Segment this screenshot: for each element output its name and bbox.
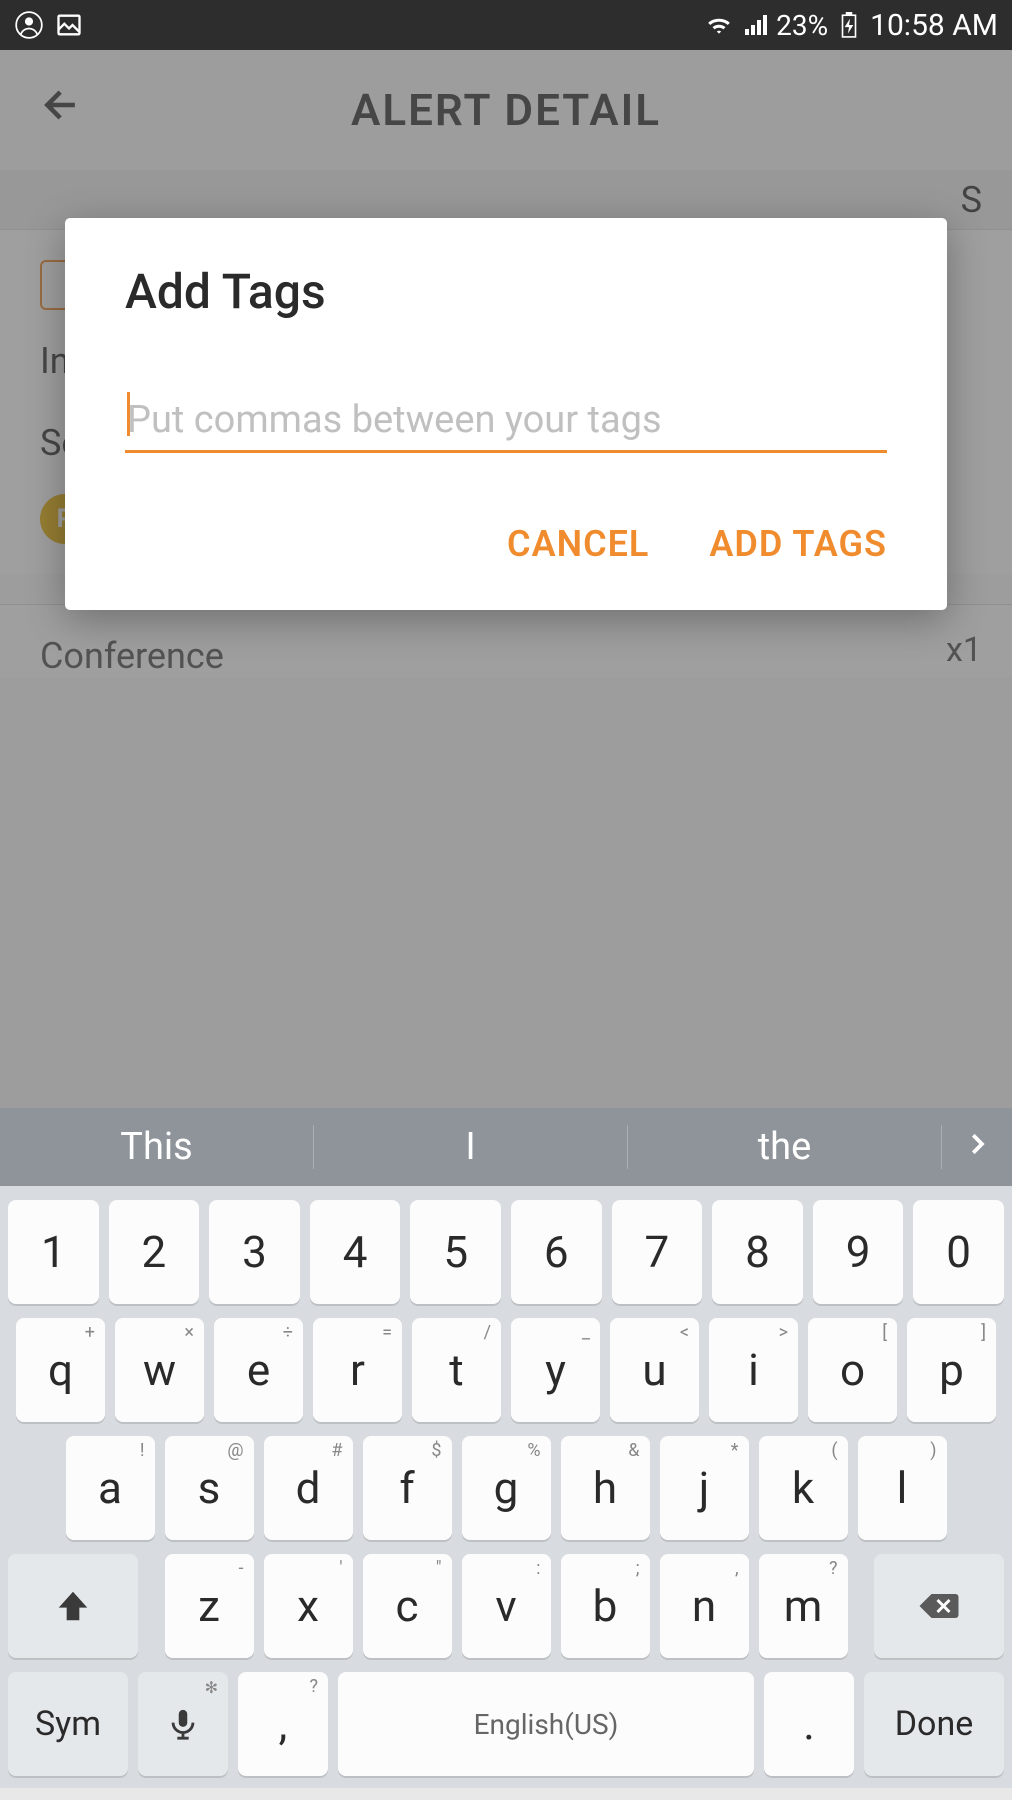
key-r[interactable]: =r bbox=[313, 1318, 402, 1422]
key-5[interactable]: 5 bbox=[410, 1200, 501, 1304]
key-f[interactable]: $f bbox=[363, 1436, 452, 1540]
key-u[interactable]: <u bbox=[610, 1318, 699, 1422]
mic-key[interactable]: ✻ bbox=[138, 1672, 228, 1776]
key-x[interactable]: 'x bbox=[264, 1554, 353, 1658]
key-j[interactable]: *j bbox=[660, 1436, 749, 1540]
suggestion-bar: This I the bbox=[0, 1108, 1012, 1186]
symbols-key[interactable]: Sym bbox=[8, 1672, 128, 1776]
space-key[interactable]: English(US) bbox=[338, 1672, 754, 1776]
status-right: 23% 10:58 AM bbox=[704, 8, 998, 43]
battery-percent: 23% bbox=[776, 9, 828, 42]
suggestion-more-icon[interactable] bbox=[942, 1125, 1012, 1169]
status-bar: 23% 10:58 AM bbox=[0, 0, 1012, 50]
add-tags-button[interactable]: ADD TAGS bbox=[709, 523, 887, 565]
key-6[interactable]: 6 bbox=[511, 1200, 602, 1304]
shift-key[interactable] bbox=[8, 1554, 138, 1658]
key-o[interactable]: [o bbox=[808, 1318, 897, 1422]
text-cursor bbox=[127, 392, 130, 436]
key-4[interactable]: 4 bbox=[310, 1200, 401, 1304]
soft-keyboard: This I the 1234567890 +q×w÷e=r/t_y<u>i[o… bbox=[0, 1108, 1012, 1788]
comma-key[interactable]: ? , bbox=[238, 1672, 328, 1776]
key-9[interactable]: 9 bbox=[813, 1200, 904, 1304]
key-e[interactable]: ÷e bbox=[214, 1318, 303, 1422]
key-d[interactable]: #d bbox=[264, 1436, 353, 1540]
key-k[interactable]: (k bbox=[759, 1436, 848, 1540]
key-m[interactable]: ?m bbox=[759, 1554, 848, 1658]
key-h[interactable]: &h bbox=[561, 1436, 650, 1540]
key-n[interactable]: ,n bbox=[660, 1554, 749, 1658]
backspace-key[interactable] bbox=[874, 1554, 1004, 1658]
key-w[interactable]: ×w bbox=[115, 1318, 204, 1422]
key-row-zxcv: -z'x"c:v;b,n?m bbox=[8, 1554, 1004, 1658]
suggestion-2[interactable]: I bbox=[314, 1125, 628, 1169]
key-p[interactable]: ]p bbox=[907, 1318, 996, 1422]
signal-icon bbox=[740, 10, 770, 40]
key-c[interactable]: "c bbox=[363, 1554, 452, 1658]
key-b[interactable]: ;b bbox=[561, 1554, 650, 1658]
done-key[interactable]: Done bbox=[864, 1672, 1004, 1776]
key-q[interactable]: +q bbox=[16, 1318, 105, 1422]
image-icon bbox=[54, 10, 84, 40]
key-8[interactable]: 8 bbox=[712, 1200, 803, 1304]
wifi-icon bbox=[704, 10, 734, 40]
key-v[interactable]: :v bbox=[462, 1554, 551, 1658]
key-t[interactable]: /t bbox=[412, 1318, 501, 1422]
key-z[interactable]: -z bbox=[165, 1554, 254, 1658]
status-left bbox=[14, 10, 84, 40]
clock-time: 10:58 AM bbox=[870, 8, 998, 43]
battery-charging-icon bbox=[834, 10, 864, 40]
period-key[interactable]: . bbox=[764, 1672, 854, 1776]
dialog-input-wrap bbox=[125, 390, 887, 453]
key-1[interactable]: 1 bbox=[8, 1200, 99, 1304]
key-2[interactable]: 2 bbox=[109, 1200, 200, 1304]
key-g[interactable]: %g bbox=[462, 1436, 551, 1540]
key-row-numbers: 1234567890 bbox=[8, 1200, 1004, 1304]
key-s[interactable]: @s bbox=[165, 1436, 254, 1540]
key-y[interactable]: _y bbox=[511, 1318, 600, 1422]
key-l[interactable]: )l bbox=[858, 1436, 947, 1540]
key-a[interactable]: !a bbox=[66, 1436, 155, 1540]
cancel-button[interactable]: CANCEL bbox=[507, 523, 649, 565]
dialog-title: Add Tags bbox=[125, 263, 887, 320]
key-i[interactable]: >i bbox=[709, 1318, 798, 1422]
key-row-asdf: !a@s#d$f%g&h*j(k)l bbox=[8, 1436, 1004, 1540]
tags-input[interactable] bbox=[125, 390, 887, 453]
add-tags-dialog: Add Tags CANCEL ADD TAGS bbox=[65, 218, 947, 610]
suggestion-3[interactable]: the bbox=[628, 1125, 942, 1169]
key-0[interactable]: 0 bbox=[913, 1200, 1004, 1304]
key-row-qwerty: +q×w÷e=r/t_y<u>i[o]p bbox=[8, 1318, 1004, 1422]
dialog-actions: CANCEL ADD TAGS bbox=[125, 523, 887, 565]
key-row-bottom: Sym ✻ ? , English(US) . Done bbox=[8, 1672, 1004, 1776]
key-7[interactable]: 7 bbox=[612, 1200, 703, 1304]
profile-icon bbox=[14, 10, 44, 40]
suggestion-1[interactable]: This bbox=[0, 1125, 314, 1169]
key-3[interactable]: 3 bbox=[209, 1200, 300, 1304]
